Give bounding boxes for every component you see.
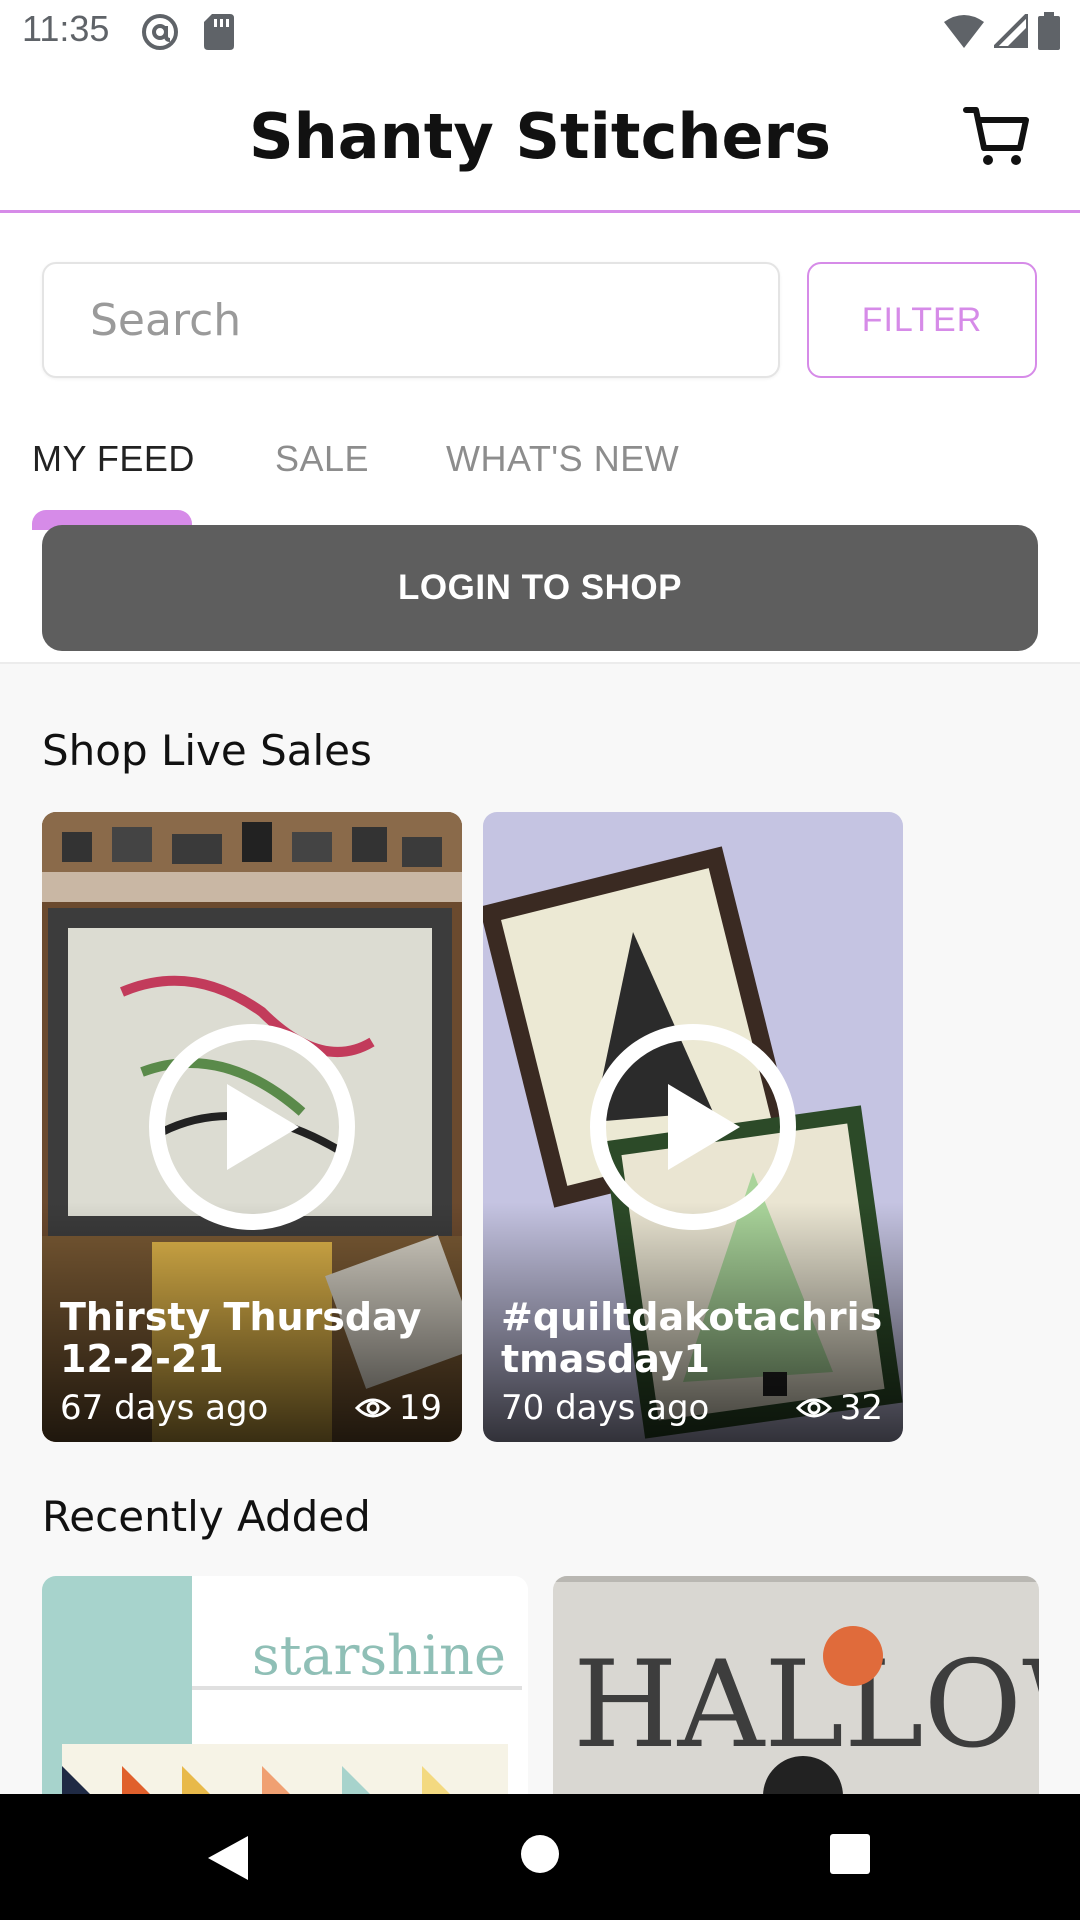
app-header: Shanty Stitchers	[0, 64, 1080, 213]
view-count: 19	[398, 1388, 442, 1428]
system-nav-bar	[0, 1794, 1080, 1920]
login-to-shop-button[interactable]: LOGIN TO SHOP	[42, 525, 1038, 651]
recently-added-heading: Recently Added	[42, 1492, 371, 1541]
sd-card-icon	[204, 14, 234, 54]
search-input[interactable]	[44, 264, 778, 376]
product-image-text: starshine	[252, 1624, 506, 1687]
shop-live-sales-heading: Shop Live Sales	[42, 726, 372, 775]
product-thumbnail: HALLOWEEN	[553, 1576, 1039, 1796]
tab-whats-new[interactable]: WHAT'S NEW	[446, 438, 679, 480]
home-icon[interactable]	[520, 1834, 560, 1874]
eye-icon	[354, 1398, 391, 1418]
recently-added-item[interactable]: HALLOWEEN	[553, 1576, 1039, 1796]
back-icon[interactable]	[206, 1834, 250, 1882]
eye-icon	[795, 1398, 832, 1418]
filter-button[interactable]: FILTER	[807, 262, 1037, 378]
product-thumbnail: starshine	[42, 1576, 528, 1796]
cart-icon[interactable]	[962, 100, 1032, 170]
recents-icon[interactable]	[830, 1834, 870, 1874]
live-sale-title: Thirsty Thursday 12-2-21	[60, 1295, 422, 1381]
wifi-icon	[944, 14, 984, 52]
live-sale-age: 67 days ago	[60, 1388, 269, 1428]
live-sale-title: #quiltdakotachristmasday1	[501, 1295, 883, 1381]
view-count: 32	[839, 1388, 883, 1428]
battery-icon	[1038, 12, 1060, 54]
at-sign-icon	[140, 12, 180, 56]
live-sale-views: 19	[354, 1388, 442, 1428]
app-title: Shanty Stitchers	[248, 100, 831, 173]
live-sale-card[interactable]: Thirsty Thursday 12-2-21 67 days ago 19	[42, 812, 462, 1442]
recently-added-item[interactable]: starshine	[42, 1576, 528, 1796]
live-sale-views: 32	[795, 1388, 883, 1428]
play-icon	[149, 1024, 355, 1230]
play-icon	[590, 1024, 796, 1230]
status-bar: 11:35	[0, 0, 1080, 64]
tab-my-feed[interactable]: MY FEED	[32, 438, 195, 480]
signal-icon	[989, 9, 1030, 52]
feed-tabs: MY FEED SALE WHAT'S NEW	[0, 420, 1080, 530]
product-image-text: HALLOWEEN	[573, 1636, 1039, 1775]
live-sale-age: 70 days ago	[501, 1388, 710, 1428]
feed-content: Shop Live Sales Thirsty Thursday 12-2-21…	[0, 662, 1080, 1796]
tab-sale[interactable]: SALE	[275, 438, 369, 480]
status-time: 11:35	[22, 8, 110, 49]
search-field[interactable]	[42, 262, 780, 378]
live-sale-card[interactable]: #quiltdakotachristmasday1 70 days ago 32	[483, 812, 903, 1442]
